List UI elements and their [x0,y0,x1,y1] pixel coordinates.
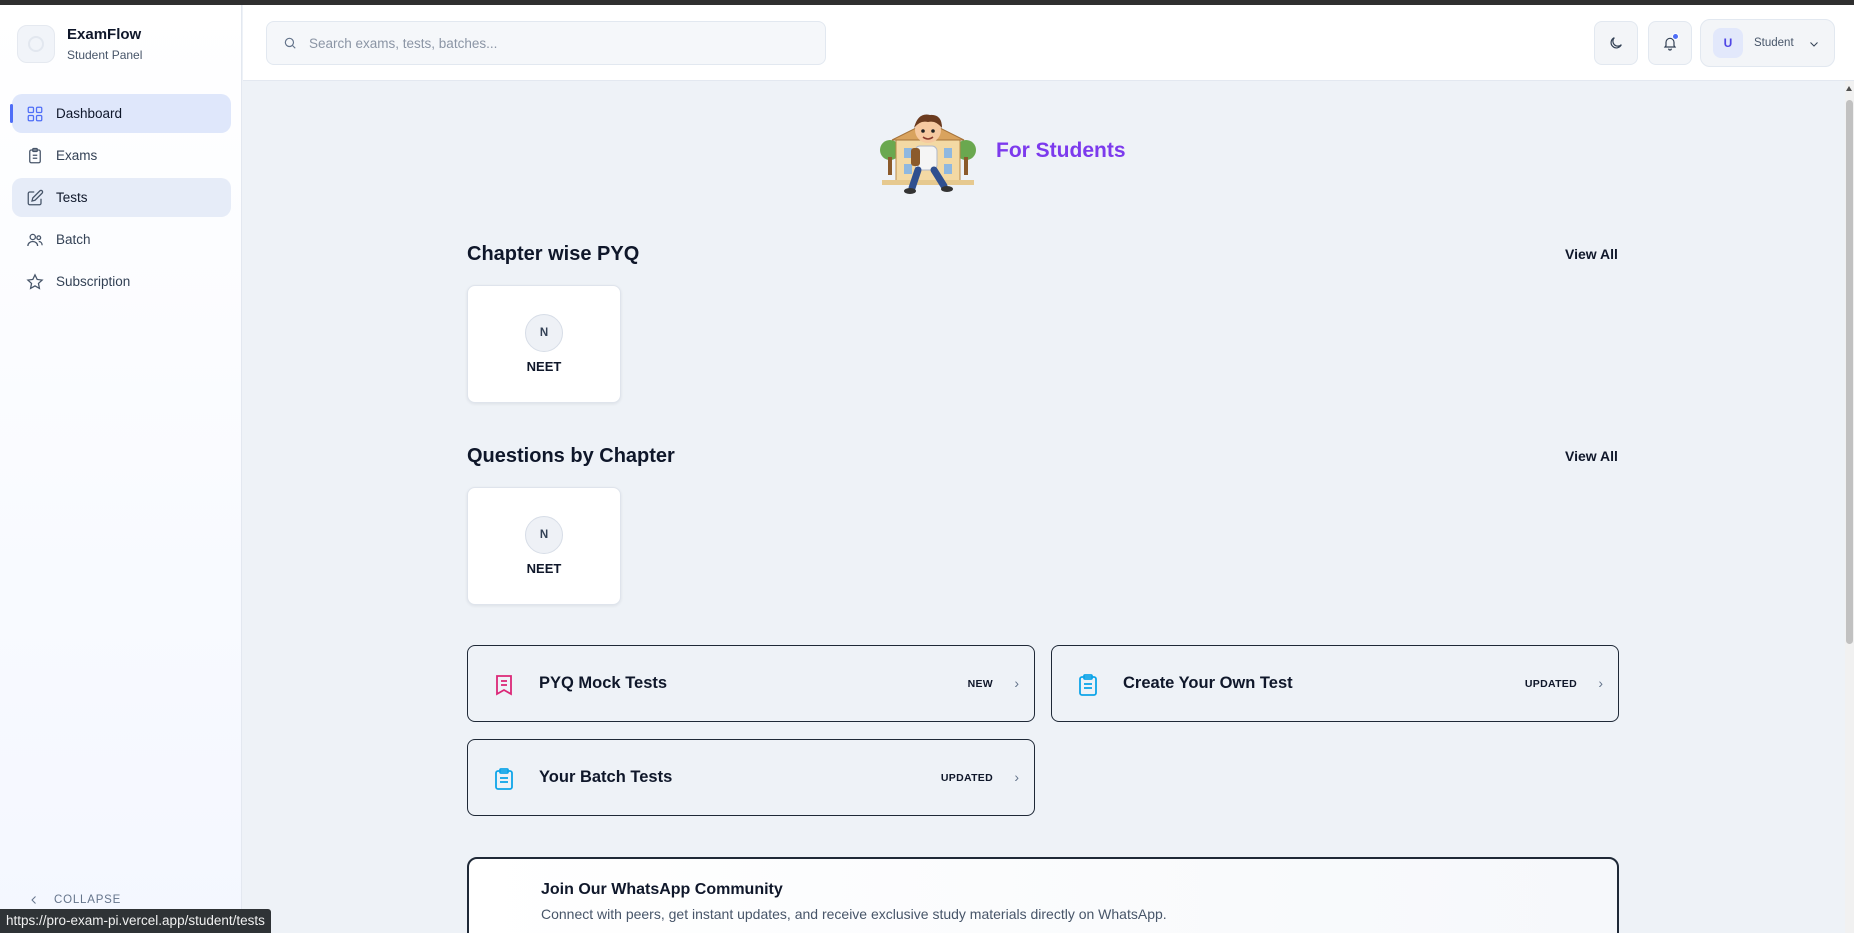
dashboard-grid-icon [27,106,43,121]
brand-logo-icon [17,25,55,63]
search-input[interactable] [309,35,809,51]
sidebar-item-subscription[interactable]: Subscription [12,262,231,301]
section-title-questions-by-chapter: Questions by Chapter [467,445,675,467]
feature-tag-badge: NEW [967,678,993,690]
brand-subtitle: Student Panel [67,47,143,62]
exam-card-neet-questions[interactable]: N NEET [467,487,621,605]
moon-icon [1610,37,1622,49]
sidebar-item-batch[interactable]: Batch [12,220,231,259]
brand-name: ExamFlow [67,25,142,43]
whatsapp-title: Join Our WhatsApp Community [541,881,783,898]
chevron-left-icon [31,896,36,904]
sidebar-item-label: Dashboard [56,106,123,121]
whatsapp-description: Connect with peers, get instant updates,… [541,906,1167,922]
users-icon [27,233,43,246]
your-batch-tests-card[interactable]: Your Batch Tests UPDATED › [467,739,1035,816]
notification-dot [1672,33,1679,40]
feature-title: PYQ Mock Tests [539,674,668,692]
active-indicator [10,104,13,123]
view-all-questions-link[interactable]: View All [1565,448,1618,464]
scrollbar-thumb[interactable] [1846,100,1853,644]
star-icon [26,272,44,290]
exam-initial-badge: N [525,516,563,554]
feature-title: Create Your Own Test [1123,674,1293,692]
sidebar: ExamFlow Student Panel Dashboard Exams T… [0,5,242,933]
exam-name: NEET [526,359,562,374]
sidebar-item-label: Subscription [56,274,131,289]
theme-toggle-button[interactable] [1594,21,1638,65]
clipboard-icon [29,147,41,163]
hero-title: For Students [996,139,1126,162]
user-menu-button[interactable]: U Student [1700,19,1835,67]
sidebar-item-label: Exams [56,148,98,163]
sidebar-item-exams[interactable]: Exams [12,136,231,175]
scroll-up-arrow[interactable] [1845,84,1854,94]
create-your-own-test-card[interactable]: Create Your Own Test UPDATED › [1051,645,1619,722]
user-role-label: Student [1754,37,1794,49]
browser-status-url: https://pro-exam-pi.vercel.app/student/t… [0,909,271,933]
avatar: U [1713,28,1743,58]
chevron-down-icon [1810,42,1818,47]
exam-name: NEET [526,561,562,576]
sidebar-item-label: Tests [56,190,88,205]
section-title-chapter-pyq: Chapter wise PYQ [467,243,640,265]
exam-card-neet-pyq[interactable]: N NEET [467,285,621,403]
top-header: U Student [243,5,1854,81]
notifications-button[interactable] [1648,21,1692,65]
clipboard-list-icon [495,768,513,790]
feature-tag-badge: UPDATED [940,772,993,784]
view-all-chapter-pyq-link[interactable]: View All [1565,246,1618,262]
clipboard-list-icon [1079,674,1097,696]
chevron-right-icon: › [1014,675,1019,691]
search-box[interactable] [266,21,826,65]
pyq-mock-tests-card[interactable]: PYQ Mock Tests NEW › [467,645,1035,722]
chevron-right-icon: › [1014,769,1019,785]
exam-initial-badge: N [525,314,563,352]
bookmark-list-icon [496,675,512,696]
brand[interactable]: ExamFlow Student Panel [17,25,142,63]
sidebar-item-dashboard[interactable]: Dashboard [10,94,231,133]
chevron-right-icon: › [1598,675,1603,691]
feature-title: Your Batch Tests [539,768,673,786]
student-mascot-illustration [880,114,976,194]
collapse-label: COLLAPSE [54,894,122,906]
whatsapp-community-card[interactable]: Join Our WhatsApp Community Connect with… [467,857,1619,933]
feature-tag-badge: UPDATED [1524,678,1577,690]
hero-banner: For Students [878,102,1126,200]
search-icon [284,37,296,49]
sidebar-nav: Dashboard Exams Tests Batch Subscription [10,94,231,304]
collapse-button[interactable]: COLLAPSE [28,894,121,906]
sidebar-item-label: Batch [56,232,91,247]
sidebar-item-tests[interactable]: Tests [12,178,231,217]
edit-square-icon [27,189,44,205]
